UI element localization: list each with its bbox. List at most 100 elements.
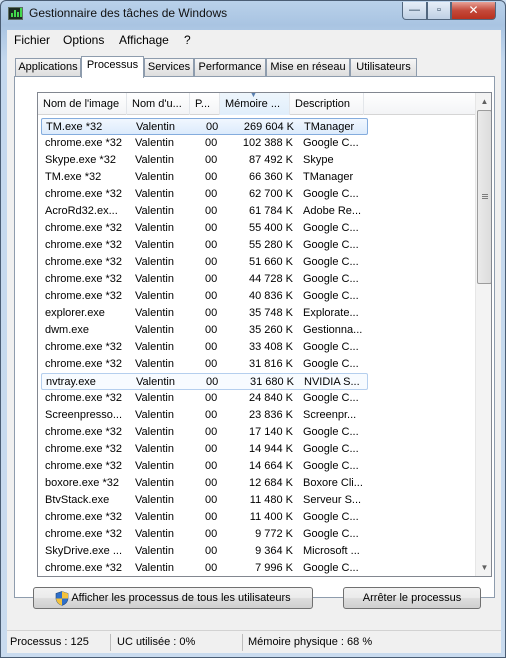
process-user: Valentin: [135, 460, 174, 472]
process-description: NVIDIA S...: [304, 376, 360, 388]
table-row[interactable]: BtvStack.exe Valentin 00 11 480 K Serveur S.…: [41, 492, 368, 509]
process-memory: 35 748 K: [248, 307, 293, 319]
table-row[interactable]: Skype.exe *32 Valentin 00 87 492 K Skype: [41, 152, 368, 169]
process-memory: 66 360 K: [248, 171, 293, 183]
end-process-button[interactable]: Arrêter le processus: [343, 587, 481, 609]
table-row[interactable]: TM.exe *32 Valentin 00 66 360 K TManager: [41, 169, 368, 186]
column-header-user-name[interactable]: Nom d'u...: [127, 93, 190, 115]
process-description: TManager: [303, 171, 354, 183]
process-name: chrome.exe *32: [45, 443, 123, 455]
tab-services[interactable]: Services: [144, 58, 194, 77]
process-name: chrome.exe *32: [45, 222, 123, 234]
close-button[interactable]: ✕: [451, 2, 496, 20]
processes-panel: Nom de l'image Nom d'u... P... ▼ Mémoire…: [14, 76, 495, 598]
process-description: Adobe Re...: [303, 205, 362, 217]
process-cpu: 00: [205, 392, 218, 404]
table-row[interactable]: dwm.exe Valentin 00 35 260 K Gestionna...: [41, 322, 368, 339]
process-memory: 14 664 K: [248, 460, 293, 472]
table-row[interactable]: chrome.exe *32 Valentin 00 31 816 K Google C…: [41, 356, 368, 373]
table-row[interactable]: SkyDrive.exe ... Valentin 00 9 364 K Microso…: [41, 543, 368, 560]
process-description: Boxore Cli...: [303, 477, 363, 489]
minimize-button[interactable]: —: [402, 2, 427, 20]
table-row[interactable]: boxore.exe *32 Valentin 00 12 684 K Boxore C…: [41, 475, 368, 492]
process-description: Screenpr...: [303, 409, 357, 421]
process-name: chrome.exe *32: [45, 511, 123, 523]
table-row[interactable]: chrome.exe *32 Valentin 00 7 996 K Google C.…: [41, 560, 368, 576]
process-description: Google C...: [303, 341, 359, 353]
process-name: Screenpresso...: [45, 409, 123, 421]
table-row[interactable]: chrome.exe *32 Valentin 00 14 944 K Google C…: [41, 441, 368, 458]
table-row[interactable]: chrome.exe *32 Valentin 00 9 772 K Google C.…: [41, 526, 368, 543]
process-memory: 33 408 K: [248, 341, 293, 353]
process-cpu: 00: [205, 562, 218, 574]
menu-fichier[interactable]: Fichier: [14, 33, 50, 47]
scroll-down-icon[interactable]: ▼: [476, 559, 491, 576]
tab-performance[interactable]: Performance: [194, 58, 266, 77]
process-name: chrome.exe *32: [45, 188, 123, 200]
client-area: Applications Processus Services Performa…: [7, 50, 501, 653]
process-memory: 55 400 K: [248, 222, 293, 234]
scroll-up-icon[interactable]: ▲: [476, 93, 491, 110]
table-row[interactable]: chrome.exe *32 Valentin 00 62 700 K Google C…: [41, 186, 368, 203]
process-name: chrome.exe *32: [45, 273, 123, 285]
process-name: chrome.exe *32: [45, 392, 123, 404]
process-user: Valentin: [135, 494, 174, 506]
process-user: Valentin: [135, 528, 174, 540]
process-name: chrome.exe *32: [45, 341, 123, 353]
table-row[interactable]: explorer.exe Valentin 00 35 748 K Explorate.…: [41, 305, 368, 322]
table-row[interactable]: chrome.exe *32 Valentin 00 51 660 K Google C…: [41, 254, 368, 271]
tab-utilisateurs[interactable]: Utilisateurs: [350, 58, 417, 77]
menu-affichage[interactable]: Affichage: [119, 33, 169, 47]
table-row[interactable]: chrome.exe *32 Valentin 00 33 408 K Google C…: [41, 339, 368, 356]
table-row[interactable]: chrome.exe *32 Valentin 00 11 400 K Google C…: [41, 509, 368, 526]
column-header-cpu[interactable]: P...: [190, 93, 220, 115]
show-all-users-button[interactable]: Afficher les processus de tous les utili…: [33, 587, 313, 609]
process-user: Valentin: [135, 477, 174, 489]
process-memory: 44 728 K: [248, 273, 293, 285]
process-description: TManager: [304, 121, 355, 133]
process-memory: 14 944 K: [248, 443, 293, 455]
process-name: chrome.exe *32: [45, 239, 123, 251]
process-description: Serveur S...: [303, 494, 362, 506]
tab-mise-en-reseau[interactable]: Mise en réseau: [266, 58, 350, 77]
process-cpu: 00: [205, 528, 218, 540]
vertical-scrollbar[interactable]: ▲ ▼: [475, 93, 491, 576]
process-list[interactable]: Nom de l'image Nom d'u... P... ▼ Mémoire…: [37, 92, 492, 577]
process-cpu: 00: [206, 376, 219, 388]
process-user: Valentin: [135, 341, 174, 353]
process-description: Google C...: [303, 528, 359, 540]
column-header-memory[interactable]: ▼ Mémoire ...: [220, 93, 290, 115]
table-row[interactable]: AcroRd32.ex... Valentin 00 61 784 K Adobe Re…: [41, 203, 368, 220]
table-row[interactable]: chrome.exe *32 Valentin 00 14 664 K Google C…: [41, 458, 368, 475]
maximize-button[interactable]: ▫: [427, 2, 451, 20]
process-cpu: 00: [205, 511, 218, 523]
table-row[interactable]: Screenpresso... Valentin 00 23 836 K Screenp…: [41, 407, 368, 424]
process-user: Valentin: [136, 121, 175, 133]
table-row[interactable]: chrome.exe *32 Valentin 00 17 140 K Google C…: [41, 424, 368, 441]
table-row[interactable]: TM.exe *32 Valentin 00 269 604 K TManager: [41, 118, 368, 135]
sort-descending-icon: ▼: [250, 93, 257, 99]
process-name: Skype.exe *32: [45, 154, 116, 166]
tab-processus[interactable]: Processus: [81, 56, 144, 78]
process-memory: 51 660 K: [248, 256, 293, 268]
table-row[interactable]: chrome.exe *32 Valentin 00 55 400 K Google C…: [41, 220, 368, 237]
table-row[interactable]: chrome.exe *32 Valentin 00 24 840 K Google C…: [41, 390, 368, 407]
process-description: Google C...: [303, 188, 359, 200]
table-row[interactable]: chrome.exe *32 Valentin 00 40 836 K Google C…: [41, 288, 368, 305]
table-row[interactable]: chrome.exe *32 Valentin 00 55 280 K Google C…: [41, 237, 368, 254]
table-row[interactable]: chrome.exe *32 Valentin 00 102 388 K Google …: [41, 135, 368, 152]
process-cpu: 00: [205, 137, 218, 149]
tab-applications[interactable]: Applications: [15, 58, 81, 77]
menu-options[interactable]: Options: [63, 33, 104, 47]
process-memory: 9 772 K: [255, 528, 293, 540]
process-description: Google C...: [303, 511, 359, 523]
table-row[interactable]: chrome.exe *32 Valentin 00 44 728 K Google C…: [41, 271, 368, 288]
process-user: Valentin: [135, 256, 174, 268]
column-header-description[interactable]: Description: [290, 93, 364, 115]
column-header-image-name[interactable]: Nom de l'image: [38, 93, 127, 115]
scroll-thumb[interactable]: [477, 110, 491, 284]
menu-help[interactable]: ?: [184, 33, 191, 47]
process-cpu: 00: [205, 222, 218, 234]
title-bar[interactable]: Gestionnaire des tâches de Windows — ▫ ✕: [1, 1, 505, 27]
table-row[interactable]: nvtray.exe Valentin 00 31 680 K NVIDIA S...: [41, 373, 368, 390]
